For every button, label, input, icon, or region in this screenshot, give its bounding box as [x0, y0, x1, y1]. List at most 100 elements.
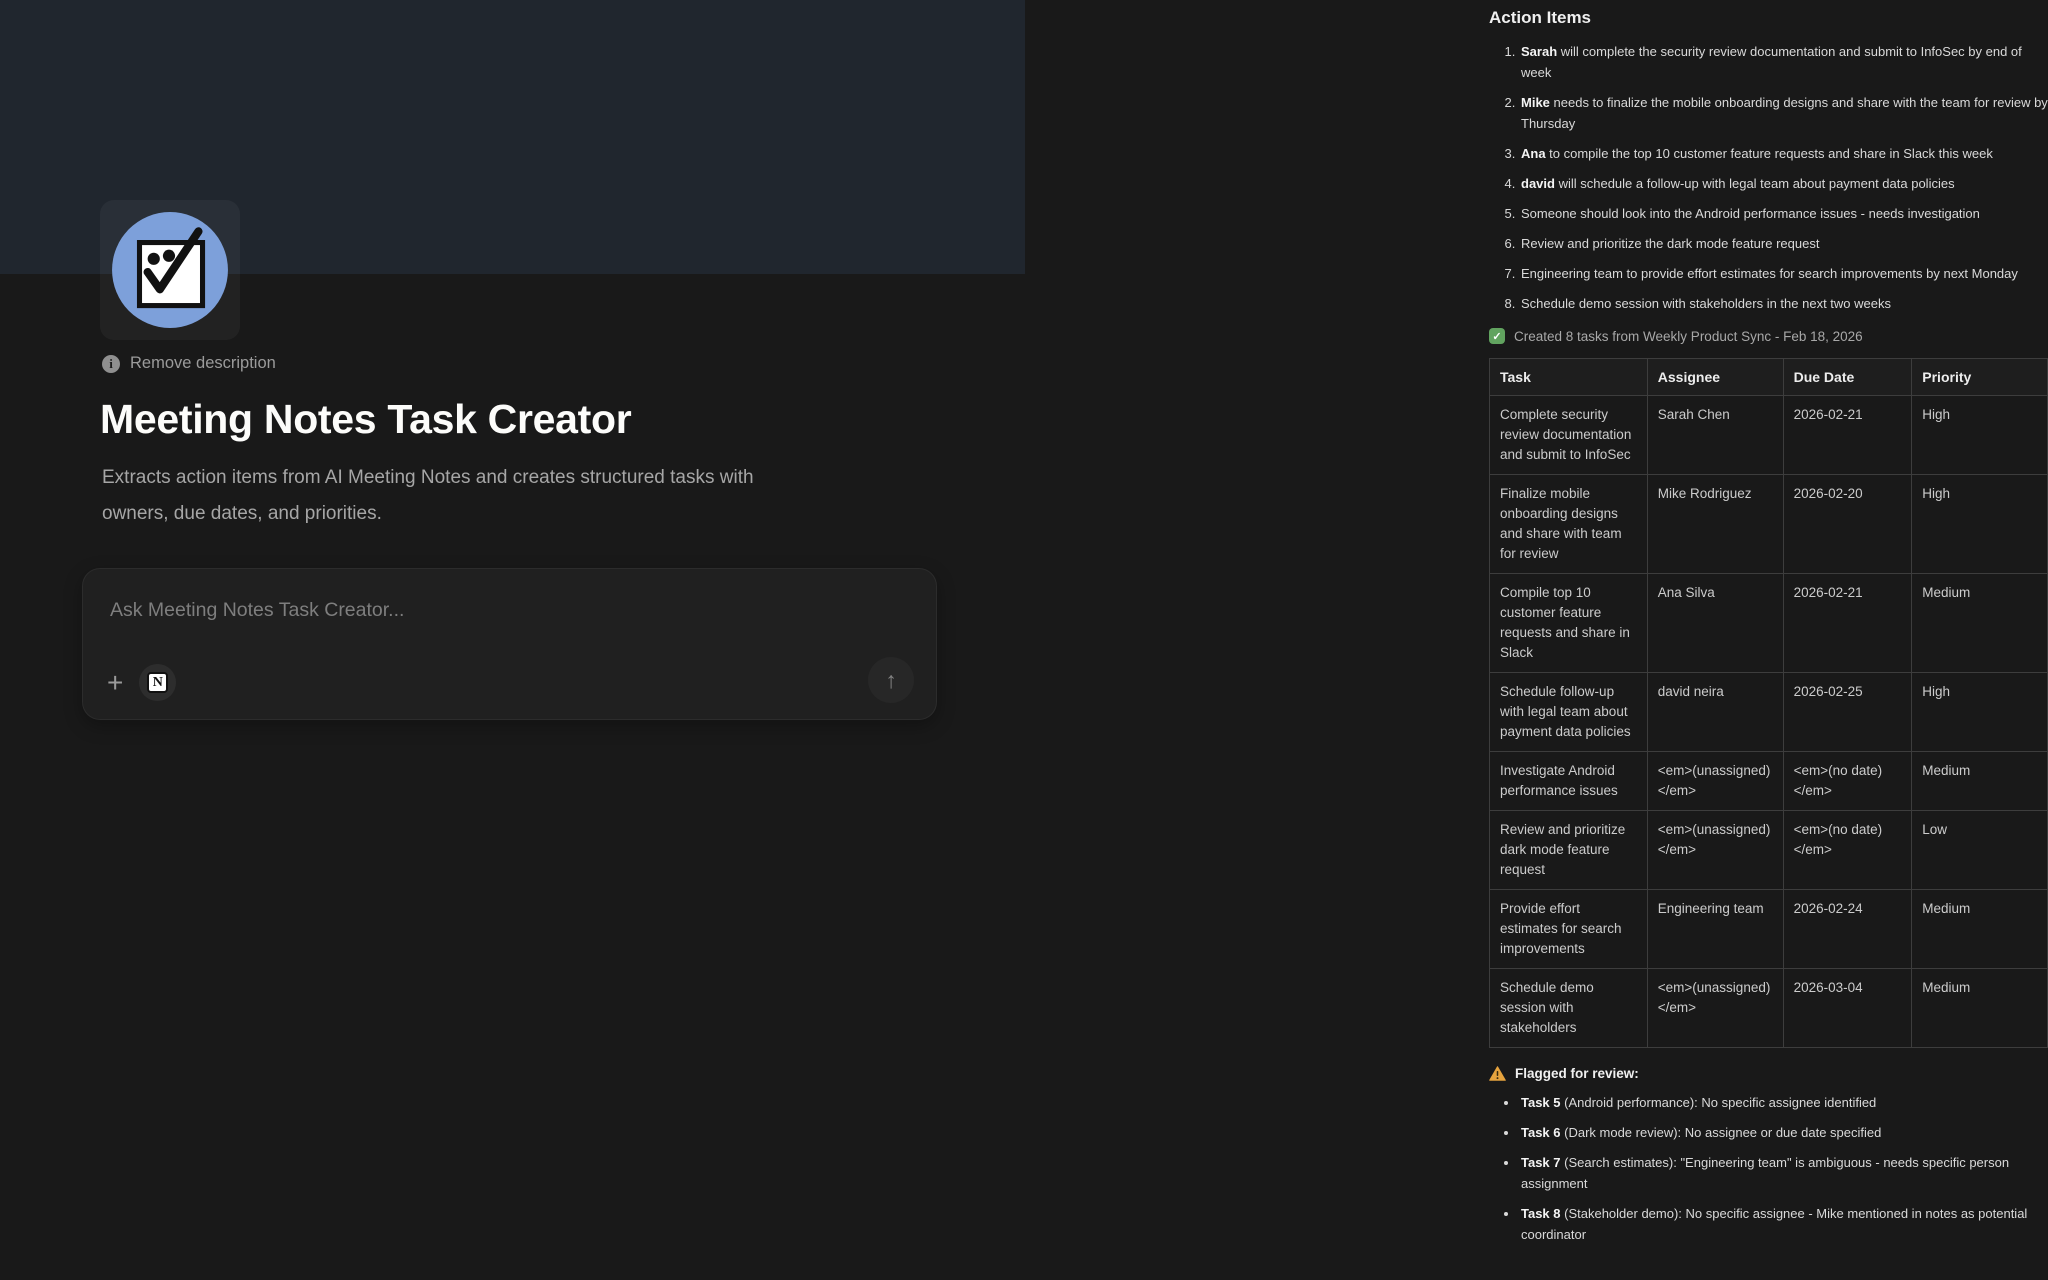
column-header-due-date: Due Date — [1783, 359, 1912, 396]
flagged-item-text: (Dark mode review): No assignee or due d… — [1561, 1125, 1882, 1140]
agent-output-panel: Action Items Sarah will complete the sec… — [1489, 0, 2048, 1254]
composer-actions: + N — [107, 664, 176, 701]
table-row: Compile top 10 customer feature requests… — [1490, 574, 2048, 673]
cell-task: Investigate Android performance issues — [1490, 752, 1648, 811]
action-item-owner: Mike — [1521, 95, 1550, 110]
remove-description-button[interactable]: i Remove description — [102, 354, 276, 373]
table-row: Finalize mobile onboarding designs and s… — [1490, 475, 2048, 574]
tasks-table: Task Assignee Due Date Priority Complete… — [1489, 358, 2048, 1048]
flagged-item-task: Task 5 — [1521, 1095, 1561, 1110]
cell-assignee: <em>(unassigned) </em> — [1647, 752, 1783, 811]
cell-priority: Low — [1912, 811, 2048, 890]
flagged-item-text: (Stakeholder demo): No specific assignee… — [1521, 1206, 2027, 1242]
created-tasks-text: Created 8 tasks from Weekly Product Sync… — [1514, 329, 1863, 344]
cell-assignee: Sarah Chen — [1647, 396, 1783, 475]
plus-icon: + — [107, 667, 123, 698]
created-tasks-status: ✓ Created 8 tasks from Weekly Product Sy… — [1489, 328, 2048, 344]
cell-task: Provide effort estimates for search impr… — [1490, 890, 1648, 969]
cell-assignee: <em>(unassigned) </em> — [1647, 969, 1783, 1048]
table-row: Investigate Android performance issues <… — [1490, 752, 2048, 811]
action-item-text: to compile the top 10 customer feature r… — [1546, 146, 1993, 161]
action-item: Schedule demo session with stakeholders … — [1519, 293, 2048, 314]
flagged-item-task: Task 8 — [1521, 1206, 1561, 1221]
action-item: Someone should look into the Android per… — [1519, 203, 2048, 224]
cell-assignee: david neira — [1647, 673, 1783, 752]
notion-logo-icon: N — [147, 672, 168, 693]
cell-task: Compile top 10 customer feature requests… — [1490, 574, 1648, 673]
info-icon: i — [102, 355, 120, 373]
flagged-item: Task 8 (Stakeholder demo): No specific a… — [1519, 1203, 2048, 1245]
action-item-owner: Ana — [1521, 146, 1546, 161]
cell-due-date: 2026-02-25 — [1783, 673, 1912, 752]
agent-prompt-composer[interactable]: Ask Meeting Notes Task Creator... + N ↑ — [82, 568, 937, 720]
action-item: Sarah will complete the security review … — [1519, 41, 2048, 83]
action-item: Engineering team to provide effort estim… — [1519, 263, 2048, 284]
action-item-text: will schedule a follow-up with legal tea… — [1555, 176, 1955, 191]
cell-due-date: <em>(no date) </em> — [1783, 752, 1912, 811]
column-header-task: Task — [1490, 359, 1648, 396]
action-item-text: Someone should look into the Android per… — [1521, 206, 1980, 221]
action-items-heading: Action Items — [1489, 8, 2048, 28]
table-row: Provide effort estimates for search impr… — [1490, 890, 2048, 969]
action-item-text: Schedule demo session with stakeholders … — [1521, 296, 1891, 311]
flagged-for-review-heading: Flagged for review: — [1489, 1066, 2048, 1081]
arrow-up-icon: ↑ — [885, 667, 897, 694]
flagged-heading-text: Flagged for review: — [1515, 1066, 1639, 1081]
action-item-text: Review and prioritize the dark mode feat… — [1521, 236, 1819, 251]
cell-due-date: 2026-03-04 — [1783, 969, 1912, 1048]
flagged-item-text: (Search estimates): "Engineering team" i… — [1521, 1155, 2009, 1191]
cell-task: Review and prioritize dark mode feature … — [1490, 811, 1648, 890]
flagged-item-task: Task 6 — [1521, 1125, 1561, 1140]
cell-task: Finalize mobile onboarding designs and s… — [1490, 475, 1648, 574]
cell-due-date: <em>(no date) </em> — [1783, 811, 1912, 890]
action-items-list: Sarah will complete the security review … — [1489, 41, 2048, 314]
action-item-text: Engineering team to provide effort estim… — [1521, 266, 2018, 281]
flagged-items-list: Task 5 (Android performance): No specifi… — [1489, 1092, 2048, 1245]
action-item-text: needs to finalize the mobile onboarding … — [1521, 95, 2048, 131]
cell-assignee: Ana Silva — [1647, 574, 1783, 673]
cell-priority: High — [1912, 396, 2048, 475]
cell-due-date: 2026-02-24 — [1783, 890, 1912, 969]
flagged-item-text: (Android performance): No specific assig… — [1561, 1095, 1877, 1110]
page-icon[interactable] — [100, 200, 240, 340]
action-item-owner: Sarah — [1521, 44, 1557, 59]
composer-placeholder[interactable]: Ask Meeting Notes Task Creator... — [110, 599, 404, 622]
send-button[interactable]: ↑ — [868, 657, 914, 703]
cell-task: Schedule follow-up with legal team about… — [1490, 673, 1648, 752]
cell-priority: Medium — [1912, 752, 2048, 811]
check-mark-icon: ✓ — [1489, 328, 1505, 344]
cell-assignee: Mike Rodriguez — [1647, 475, 1783, 574]
page-description[interactable]: Extracts action items from AI Meeting No… — [102, 460, 802, 532]
cell-due-date: 2026-02-21 — [1783, 396, 1912, 475]
table-row: Schedule demo session with stakeholders … — [1490, 969, 2048, 1048]
cell-assignee: <em>(unassigned) </em> — [1647, 811, 1783, 890]
flagged-item: Task 5 (Android performance): No specifi… — [1519, 1092, 2048, 1113]
cell-due-date: 2026-02-21 — [1783, 574, 1912, 673]
column-header-priority: Priority — [1912, 359, 2048, 396]
notion-agent-badge[interactable]: N — [139, 664, 176, 701]
cell-priority: Medium — [1912, 890, 2048, 969]
table-row: Review and prioritize dark mode feature … — [1490, 811, 2048, 890]
cell-task: Complete security review documentation a… — [1490, 396, 1648, 475]
cell-priority: Medium — [1912, 969, 2048, 1048]
page-title[interactable]: Meeting Notes Task Creator — [100, 396, 631, 443]
table-header-row: Task Assignee Due Date Priority — [1490, 359, 2048, 396]
action-item-owner: david — [1521, 176, 1555, 191]
cell-priority: High — [1912, 475, 2048, 574]
cell-priority: High — [1912, 673, 2048, 752]
action-item: david will schedule a follow-up with leg… — [1519, 173, 2048, 194]
action-item: Review and prioritize the dark mode feat… — [1519, 233, 2048, 254]
action-item: Ana to compile the top 10 customer featu… — [1519, 143, 2048, 164]
cell-priority: Medium — [1912, 574, 2048, 673]
column-header-assignee: Assignee — [1647, 359, 1783, 396]
attach-plus-button[interactable]: + — [107, 669, 123, 697]
cell-due-date: 2026-02-20 — [1783, 475, 1912, 574]
flagged-item: Task 7 (Search estimates): "Engineering … — [1519, 1152, 2048, 1194]
flagged-item: Task 6 (Dark mode review): No assignee o… — [1519, 1122, 2048, 1143]
remove-description-label: Remove description — [130, 354, 276, 373]
cell-assignee: Engineering team — [1647, 890, 1783, 969]
action-item: Mike needs to finalize the mobile onboar… — [1519, 92, 2048, 134]
table-row: Complete security review documentation a… — [1490, 396, 2048, 475]
action-item-text: will complete the security review docume… — [1521, 44, 2022, 80]
ballot-box-with-check-icon — [109, 209, 231, 331]
